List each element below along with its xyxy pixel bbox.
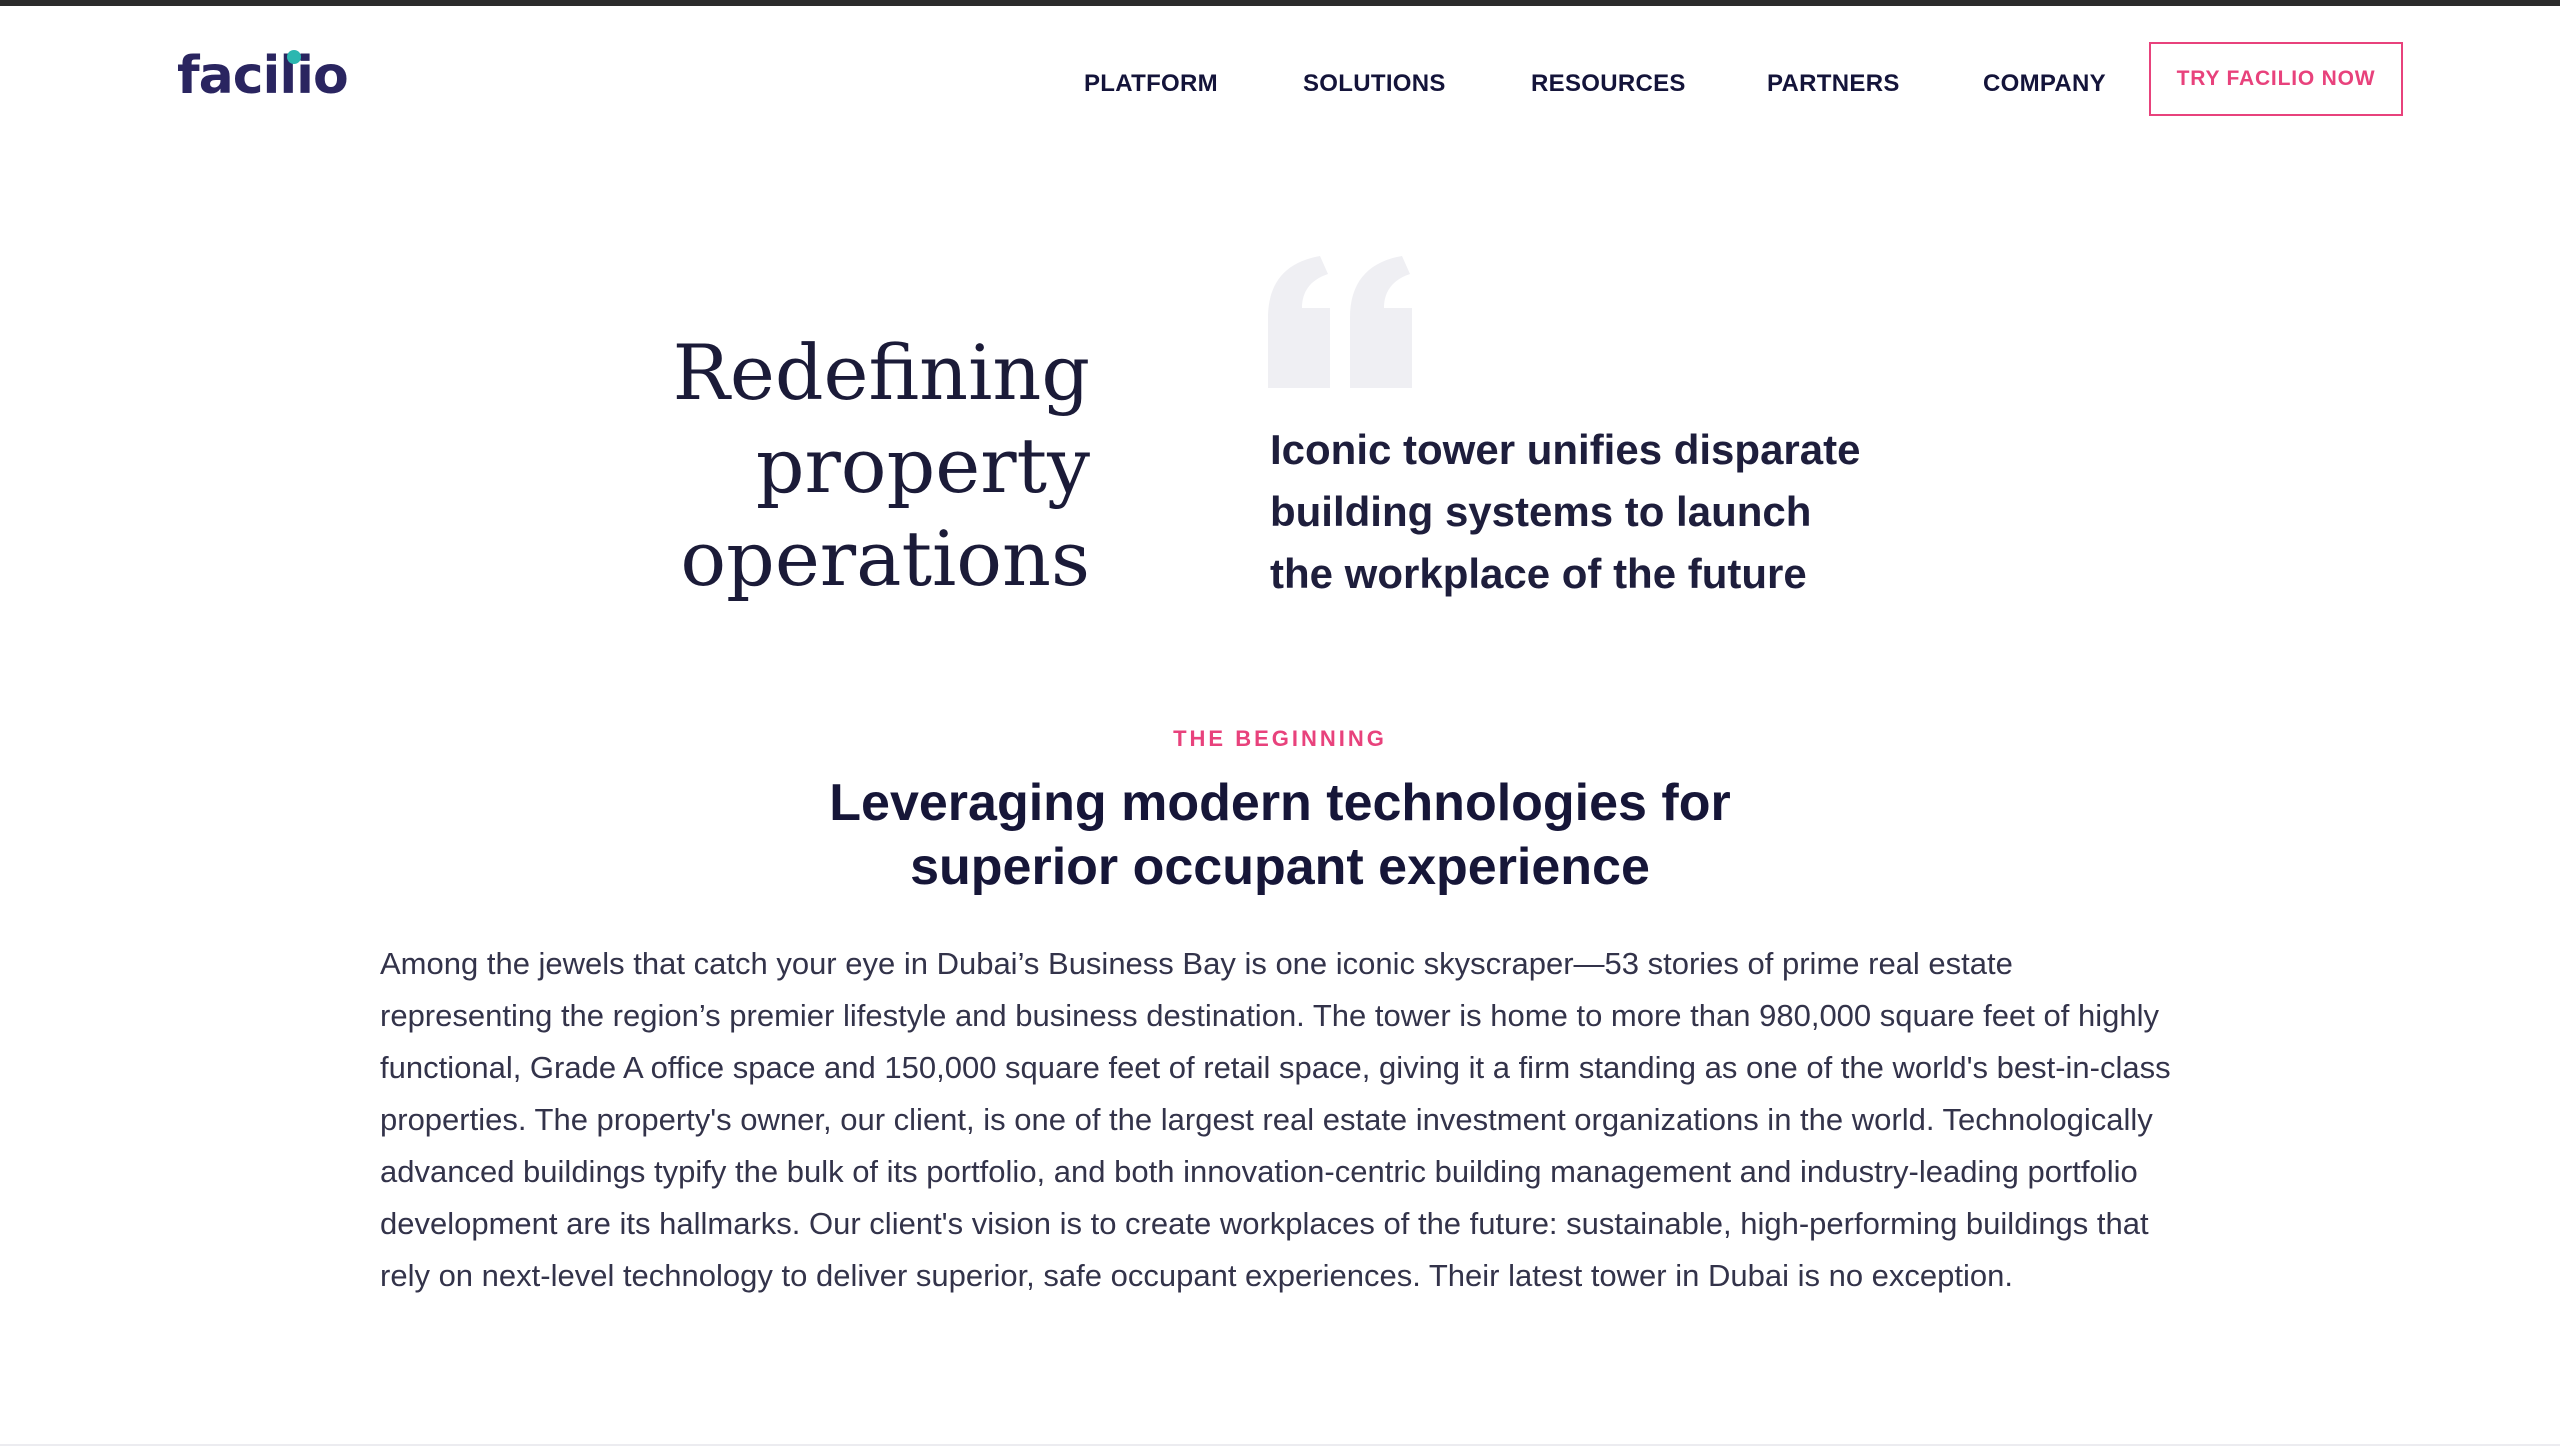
hero-quote: Iconic tower unifies disparate building … bbox=[1270, 419, 1970, 605]
facilio-logo[interactable]: facilio bbox=[177, 44, 349, 108]
try-facilio-now-button[interactable]: TRY FACILIO NOW bbox=[2149, 42, 2403, 116]
section-heading-line: Leveraging modern technologies for bbox=[829, 774, 1731, 832]
nav-company[interactable]: COMPANY bbox=[1983, 64, 2106, 104]
section-heading-line: superior occupant experience bbox=[910, 838, 1650, 896]
nav-platform[interactable]: PLATFORM bbox=[1084, 64, 1218, 104]
nav-partners[interactable]: PARTNERS bbox=[1767, 64, 1900, 104]
hero-title-line: operations bbox=[680, 514, 1090, 603]
top-border bbox=[0, 0, 2560, 6]
section-heading: Leveraging modern technologies for super… bbox=[0, 771, 2560, 899]
section-body-paragraph: Among the jewels that catch your eye in … bbox=[380, 946, 2171, 1293]
nav-solutions[interactable]: SOLUTIONS bbox=[1303, 64, 1446, 104]
section-eyebrow: THE BEGINNING bbox=[1173, 726, 1387, 751]
hero-quote-line: the workplace of the future bbox=[1270, 550, 1807, 597]
hero-title-line: Redefining bbox=[672, 328, 1090, 417]
hero-title: Redefining property operations bbox=[530, 326, 1090, 605]
logo-dot bbox=[287, 50, 301, 64]
open-quote-icon bbox=[1268, 256, 1412, 388]
logo-text: facilio bbox=[177, 46, 349, 106]
nav-resources[interactable]: RESOURCES bbox=[1531, 64, 1686, 104]
bottom-divider bbox=[0, 1444, 2560, 1446]
hero-title-line: property bbox=[755, 421, 1090, 510]
hero-quote-line: building systems to launch bbox=[1270, 488, 1812, 535]
hero-quote-line: Iconic tower unifies disparate bbox=[1270, 426, 1861, 473]
